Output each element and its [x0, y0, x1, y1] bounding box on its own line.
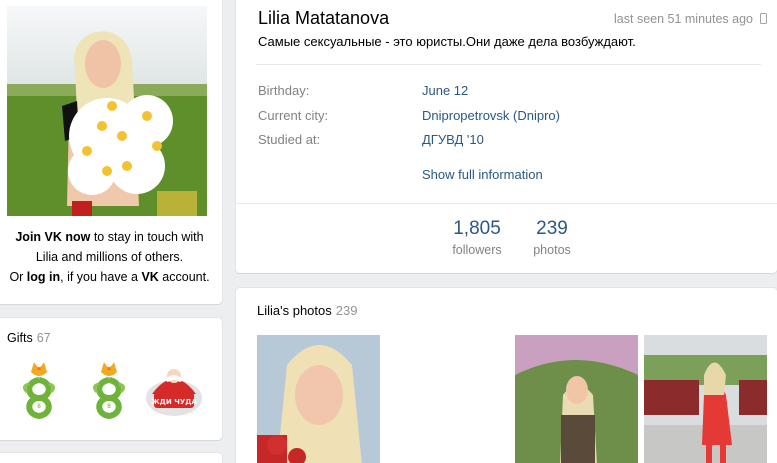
- last-seen-text: last seen 51 minutes ago: [614, 12, 753, 26]
- info-label-city: Current city:: [258, 108, 329, 123]
- photo-thumb[interactable]: [644, 335, 767, 463]
- gift-label-2: 8: [107, 403, 111, 410]
- divider: [236, 203, 777, 204]
- page-title: Lilia Matatanova: [258, 8, 390, 28]
- show-full-info-link[interactable]: Show full information: [422, 167, 543, 182]
- gifts-title[interactable]: Gifts 67: [7, 331, 51, 345]
- join-text-1: to stay in touch with: [90, 230, 204, 244]
- photo-thumb[interactable]: [386, 335, 509, 463]
- info-value-city[interactable]: Dnipropetrovsk (Dnipro): [422, 108, 560, 123]
- status-text: Самые сексуальные - это юристы.Они даже …: [258, 34, 636, 49]
- photos-count: 239: [536, 218, 568, 239]
- profile-avatar[interactable]: [7, 6, 207, 216]
- info-value-studied[interactable]: ДГУВД '10: [422, 132, 484, 147]
- join-text-2: Lilia and millions of others.: [35, 250, 184, 264]
- join-text-3b: , if you have a: [60, 270, 142, 284]
- gifts-count: 67: [36, 331, 51, 345]
- info-label-studied: Studied at:: [258, 132, 321, 147]
- gift-label-3: ЖДИ ЧУДА: [151, 398, 197, 406]
- photo-thumb[interactable]: [257, 335, 380, 463]
- next-card: [0, 453, 222, 463]
- followers-counter[interactable]: 1,805 followers: [442, 218, 512, 257]
- divider: [256, 64, 761, 65]
- gift-item-8-tulip[interactable]: 8: [7, 358, 71, 422]
- phone-icon: [760, 13, 767, 24]
- join-text: Join VK now to stay in touch with Lilia …: [0, 227, 222, 287]
- photos-title-label: Lilia's photos: [257, 303, 332, 318]
- gifts-title-label: Gifts: [7, 331, 33, 345]
- join-link[interactable]: Join VK now: [15, 230, 90, 244]
- photos-counter[interactable]: 239 photos: [522, 218, 582, 257]
- profile-card: Lilia Matatanova last seen 51 minutes ag…: [236, 0, 777, 273]
- followers-label: followers: [452, 243, 502, 257]
- photos-title[interactable]: Lilia's photos 239: [257, 303, 357, 318]
- join-text-3a: Or: [9, 270, 27, 284]
- photo-thumb[interactable]: [515, 335, 638, 463]
- info-value-birthday[interactable]: June 12: [422, 83, 468, 98]
- gift-item-8-tulip[interactable]: 8: [77, 358, 141, 422]
- photos-label: photos: [533, 243, 571, 257]
- gift-item-santa[interactable]: ЖДИ ЧУДА: [142, 358, 206, 422]
- photos-card: Lilia's photos 239: [236, 288, 777, 463]
- join-text-3c: account.: [158, 270, 210, 284]
- login-link[interactable]: log in: [27, 270, 60, 284]
- followers-count: 1,805: [453, 218, 501, 239]
- photos-title-count: 239: [335, 303, 358, 318]
- vk-label: VK: [141, 270, 159, 284]
- gift-label-1: 8: [37, 403, 41, 410]
- gifts-card: Gifts 67 8 8 ЖДИ ЧУДА: [0, 318, 222, 440]
- avatar-card: Join VK now to stay in touch with Lilia …: [0, 0, 222, 304]
- info-label-birthday: Birthday:: [258, 83, 310, 98]
